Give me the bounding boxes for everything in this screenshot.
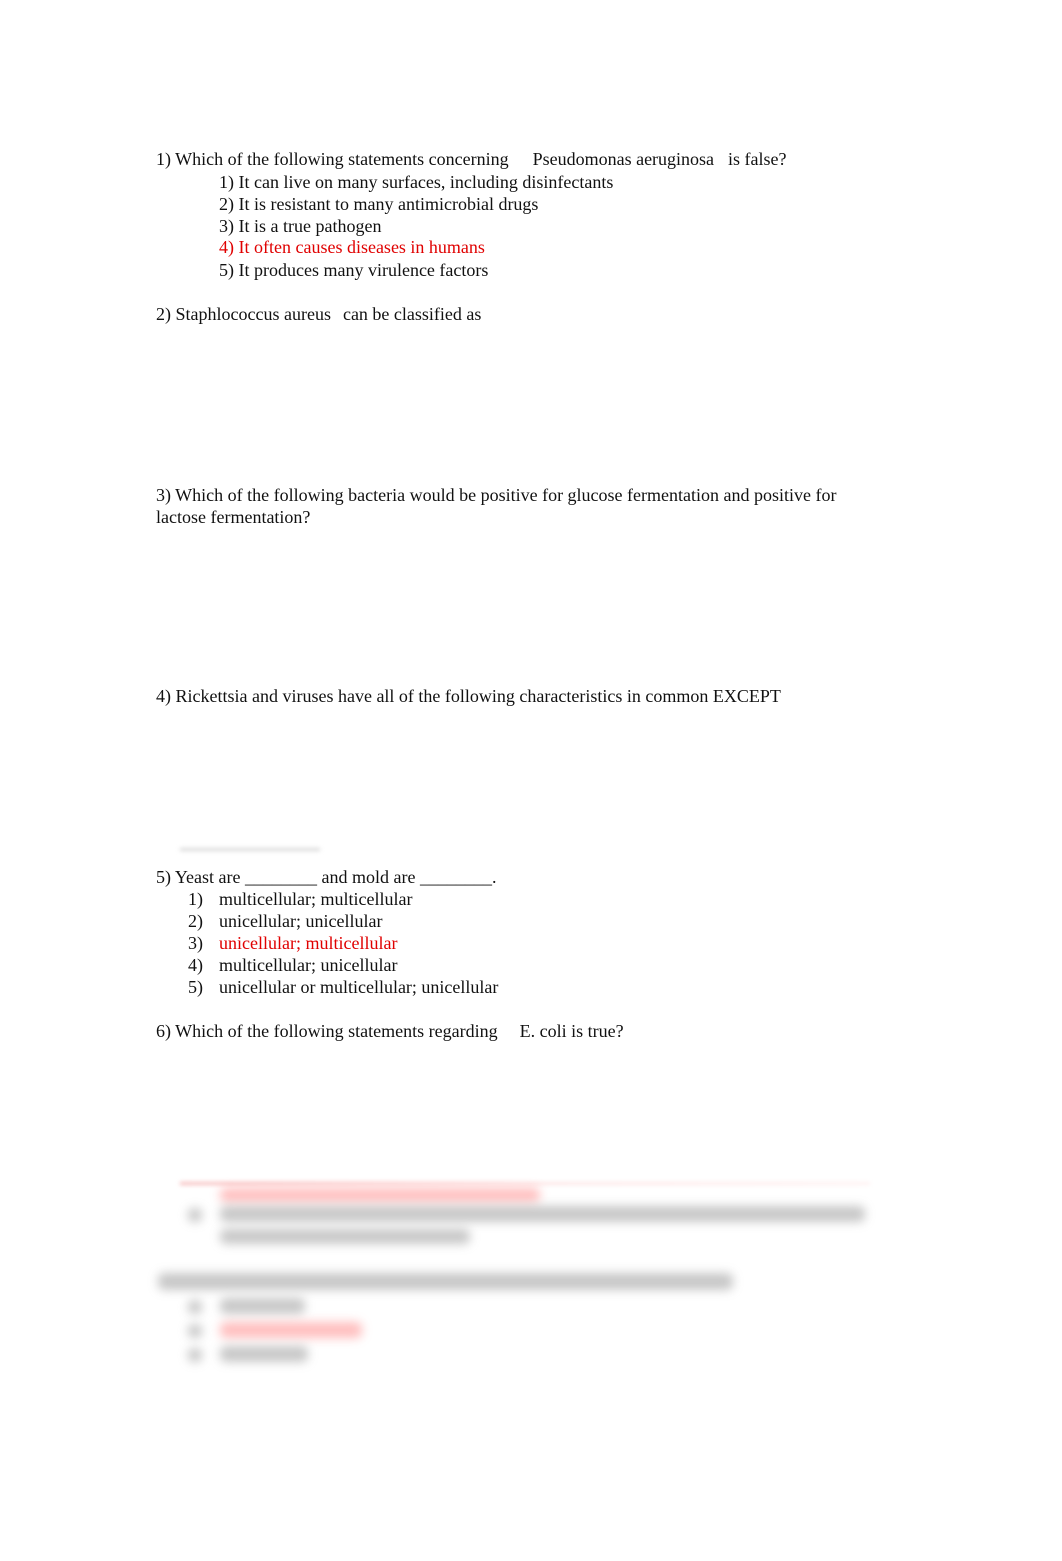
question-2-prefix: 2)	[156, 304, 171, 324]
question-2-organism: Staphlococcus aureus	[175, 304, 331, 324]
question-5-option-2: unicellular; unicellular	[219, 911, 383, 931]
question-5-option-2-number: 2)	[188, 911, 203, 931]
question-5-option-3-answer: unicellular; multicellular	[219, 933, 398, 953]
question-6: 6) Which of the following statements reg…	[156, 1020, 624, 1042]
blurred-option-line	[220, 1229, 470, 1244]
question-1-option-4-answer: 4) It often causes diseases in humans	[219, 237, 485, 257]
question-2: 2) Staphlococcus aureus can be classified…	[156, 303, 481, 325]
question-1-option-5: 5) It produces many virulence factors	[219, 260, 489, 280]
question-1-option-3: 3) It is a true pathogen	[219, 216, 382, 236]
question-1: 1) Which of the following statements con…	[156, 148, 787, 170]
question-5-option-3-number: 3)	[188, 933, 203, 953]
blurred-option-number	[188, 1208, 202, 1222]
question-5-option-5-number: 5)	[188, 977, 203, 997]
blurred-question-line	[158, 1273, 733, 1290]
question-5-option-5: unicellular or multicellular; unicellula…	[219, 977, 499, 997]
blurred-option-number	[188, 1300, 202, 1314]
question-2-suffix: can be classified as	[342, 304, 482, 324]
blurred-option-number	[188, 1324, 202, 1338]
blurred-option-line	[220, 1206, 865, 1222]
blurred-option-number	[188, 1348, 202, 1362]
question-6-prefix: 6) Which of the following statements reg…	[156, 1021, 498, 1041]
question-6-organism: E. coli	[519, 1021, 567, 1041]
question-1-option-2: 2) It is resistant to many antimicrobial…	[219, 194, 539, 214]
question-6-suffix: is true?	[571, 1021, 624, 1041]
question-4: 4) Rickettsia and viruses have all of th…	[156, 686, 781, 706]
question-1-option-1: 1) It can live on many surfaces, includi…	[219, 172, 614, 192]
question-5-option-1: multicellular; multicellular	[219, 889, 413, 909]
blurred-divider	[180, 1182, 870, 1185]
question-3: 3) Which of the following bacteria would…	[156, 485, 837, 527]
question-1-suffix: is false?	[728, 149, 787, 169]
blurred-answer-line	[220, 1188, 540, 1202]
blurred-option-line	[220, 1298, 305, 1314]
faint-divider	[180, 848, 320, 851]
blurred-answer-line	[220, 1322, 362, 1338]
question-1-organism: Pseudomonas aeruginosa	[532, 149, 715, 169]
blurred-option-line	[220, 1346, 308, 1362]
question-5-option-1-number: 1)	[188, 889, 203, 909]
question-5: 5) Yeast are ________ and mold are _____…	[156, 867, 497, 887]
question-5-option-4-number: 4)	[188, 955, 203, 975]
question-5-option-4: multicellular; unicellular	[219, 955, 398, 975]
question-1-prefix: 1) Which of the following statements con…	[156, 149, 509, 169]
